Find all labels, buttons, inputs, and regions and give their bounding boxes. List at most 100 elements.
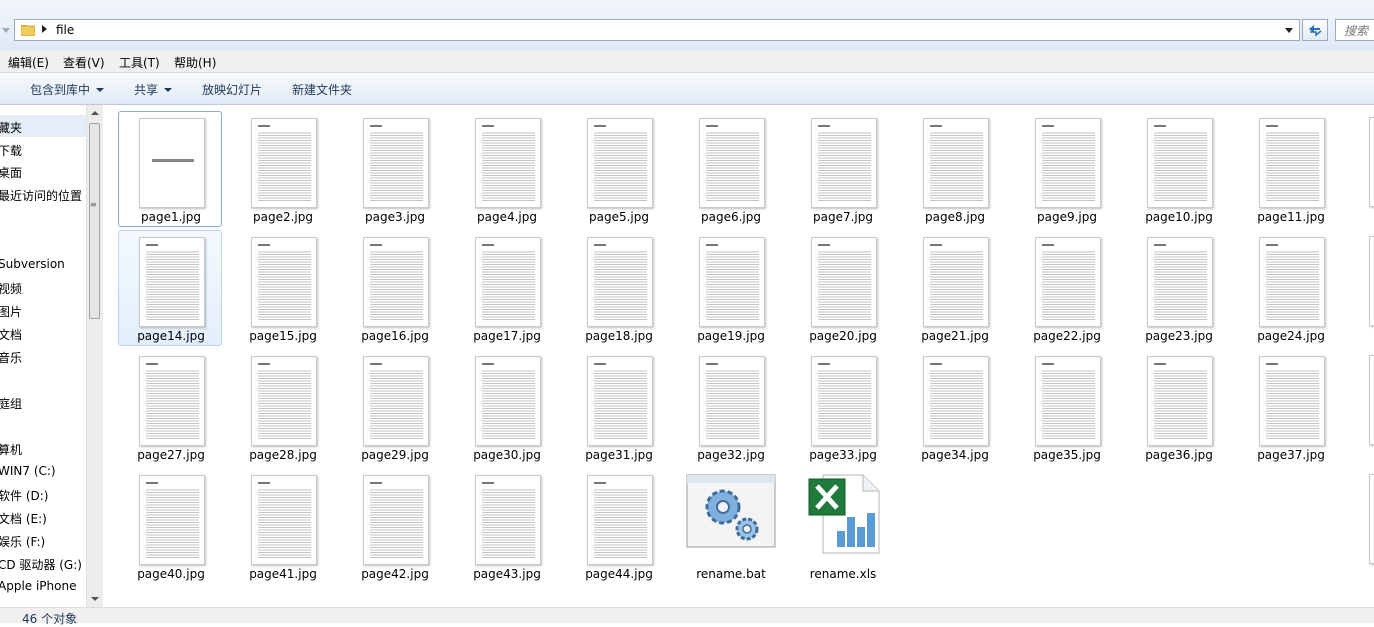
file-item[interactable]: page14.jpg [118, 230, 222, 346]
breadcrumb-separator-icon[interactable] [42, 25, 47, 33]
address-path[interactable]: file [56, 23, 74, 37]
file-item[interactable]: page37.jpg [1238, 349, 1342, 465]
nav-item[interactable]: 音乐 [0, 349, 22, 366]
nav-item[interactable]: 最近访问的位置 [0, 187, 82, 204]
file-item[interactable]: page19.jpg [678, 230, 782, 346]
nav-item[interactable]: 视频 [0, 280, 22, 297]
scroll-up-icon[interactable] [91, 111, 99, 115]
menu-help[interactable]: 帮助(H) [174, 54, 216, 71]
file-item[interactable]: page23.jpg [1126, 230, 1230, 346]
scroll-down-icon[interactable] [91, 597, 99, 601]
file-item[interactable]: page44.jpg [566, 468, 670, 584]
nav-item[interactable]: 图片 [0, 303, 22, 320]
nav-item[interactable]: WIN7 (C:) [0, 464, 56, 478]
file-name: page23.jpg [1145, 329, 1213, 343]
file-item[interactable]: page4.jpg [454, 111, 558, 227]
menu-tools[interactable]: 工具(T) [119, 54, 160, 71]
file-name: page43.jpg [473, 567, 541, 581]
file-item[interactable]: page20.jpg [790, 230, 894, 346]
nav-scrollbar[interactable]: ≡ [86, 105, 103, 607]
file-item[interactable]: page8.jpg [902, 111, 1006, 227]
file-item[interactable]: page22.jpg [1014, 230, 1118, 346]
address-bar[interactable]: file [14, 19, 1300, 41]
file-item[interactable]: page21.jpg [902, 230, 1006, 346]
nav-item[interactable]: 文档 (E:) [0, 510, 47, 527]
file-item[interactable]: rename.bat [678, 468, 782, 584]
file-thumbnail-partial[interactable] [1369, 117, 1374, 207]
file-list: page1.jpg page2.jpg page3.jpg page4.jpg page… [103, 105, 1374, 607]
file-item[interactable]: page35.jpg [1014, 349, 1118, 465]
file-thumbnail-partial[interactable] [1369, 355, 1374, 445]
file-name: page40.jpg [137, 567, 205, 581]
file-item[interactable]: page9.jpg [1014, 111, 1118, 227]
image-thumbnail [587, 237, 653, 327]
item-count: 46 个对象 [22, 612, 78, 626]
file-item[interactable]: page33.jpg [790, 349, 894, 465]
file-item[interactable]: page24.jpg [1238, 230, 1342, 346]
file-item[interactable]: page6.jpg [678, 111, 782, 227]
file-item[interactable]: rename.xls [790, 468, 894, 584]
nav-item[interactable]: 桌面 [0, 164, 22, 181]
file-item[interactable]: page18.jpg [566, 230, 670, 346]
file-item[interactable]: page16.jpg [342, 230, 446, 346]
image-thumbnail [475, 237, 541, 327]
search-input[interactable]: 搜索 [1335, 19, 1374, 41]
address-dropdown-icon[interactable] [1285, 28, 1293, 33]
file-item[interactable]: page1.jpg [118, 111, 222, 227]
image-thumbnail [1147, 237, 1213, 327]
file-item[interactable]: page34.jpg [902, 349, 1006, 465]
menu-view[interactable]: 查看(V) [63, 54, 105, 71]
file-item[interactable]: page31.jpg [566, 349, 670, 465]
nav-item[interactable]: CD 驱动器 (G:) [0, 556, 82, 573]
nav-item[interactable]: 下载 [0, 142, 22, 159]
history-dropdown-icon[interactable] [2, 28, 10, 33]
file-thumbnail-partial[interactable] [1369, 474, 1374, 564]
file-thumbnail-partial[interactable] [1369, 236, 1374, 326]
image-thumbnail [699, 237, 765, 327]
refresh-button[interactable] [1302, 19, 1328, 41]
share-button[interactable]: 共享 [134, 81, 173, 98]
nav-item[interactable]: Subversion [0, 257, 65, 271]
file-item[interactable]: page43.jpg [454, 468, 558, 584]
image-thumbnail [363, 118, 429, 208]
file-name: page19.jpg [697, 329, 765, 343]
chevron-down-icon [164, 88, 173, 92]
file-name: page6.jpg [701, 210, 761, 224]
nav-item[interactable]: 藏夹 [0, 119, 22, 136]
file-item[interactable]: page30.jpg [454, 349, 558, 465]
nav-item[interactable]: 算机 [0, 441, 22, 458]
image-thumbnail [587, 356, 653, 446]
file-item[interactable]: page7.jpg [790, 111, 894, 227]
file-item[interactable]: page15.jpg [230, 230, 334, 346]
image-thumbnail [699, 118, 765, 208]
file-name: page36.jpg [1145, 448, 1213, 462]
nav-item[interactable]: 娱乐 (F:) [0, 533, 45, 550]
include-in-library-button[interactable]: 包含到库中 [30, 81, 105, 98]
file-item[interactable]: page32.jpg [678, 349, 782, 465]
file-item[interactable]: page17.jpg [454, 230, 558, 346]
file-item[interactable]: page11.jpg [1238, 111, 1342, 227]
scroll-thumb[interactable] [89, 123, 100, 319]
file-item[interactable]: page40.jpg [118, 468, 222, 584]
file-item[interactable]: page10.jpg [1126, 111, 1230, 227]
file-item[interactable]: page29.jpg [342, 349, 446, 465]
nav-item[interactable]: Apple iPhone [0, 579, 76, 593]
file-item[interactable]: page27.jpg [118, 349, 222, 465]
file-item[interactable]: page28.jpg [230, 349, 334, 465]
file-item[interactable]: page2.jpg [230, 111, 334, 227]
image-thumbnail [475, 118, 541, 208]
file-item[interactable]: page36.jpg [1126, 349, 1230, 465]
file-item[interactable]: page5.jpg [566, 111, 670, 227]
new-folder-button[interactable]: 新建文件夹 [292, 81, 352, 98]
file-item[interactable]: page3.jpg [342, 111, 446, 227]
image-thumbnail [923, 237, 989, 327]
nav-item[interactable]: 软件 (D:) [0, 487, 48, 504]
file-item[interactable]: page42.jpg [342, 468, 446, 584]
file-name: page2.jpg [253, 210, 313, 224]
nav-item[interactable]: 庭组 [0, 395, 22, 412]
slideshow-button[interactable]: 放映幻灯片 [202, 81, 262, 98]
file-item[interactable]: page41.jpg [230, 468, 334, 584]
nav-item[interactable]: 文档 [0, 326, 22, 343]
file-name: page35.jpg [1033, 448, 1101, 462]
menu-edit[interactable]: 编辑(E) [8, 54, 49, 71]
